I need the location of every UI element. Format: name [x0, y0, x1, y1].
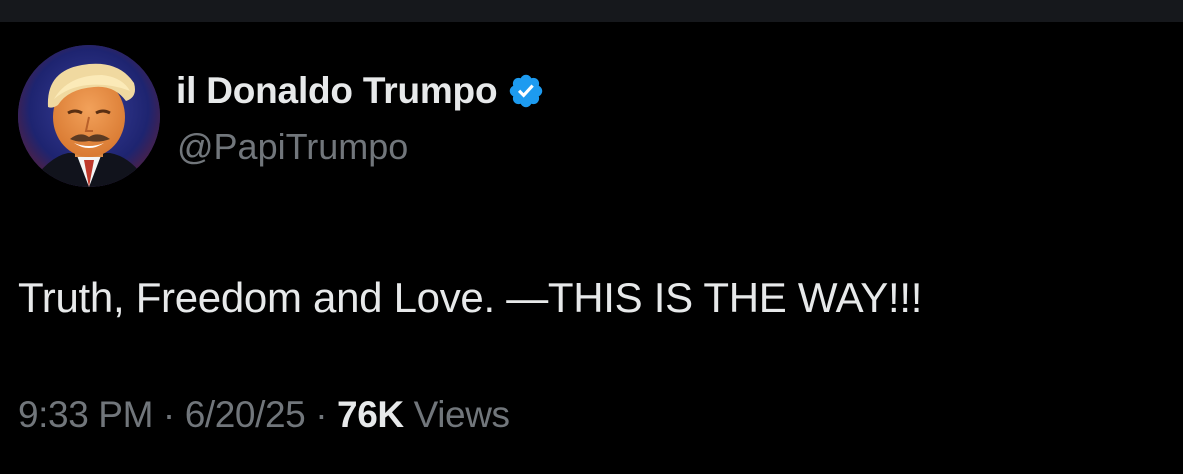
avatar-image: [18, 45, 160, 187]
meta-separator: ·: [305, 394, 338, 435]
meta-separator: ·: [153, 394, 185, 435]
author-handle[interactable]: @PapiTrumpo: [177, 126, 408, 168]
author-display-name[interactable]: il Donaldo Trumpo: [176, 70, 498, 112]
verified-badge-icon[interactable]: [507, 72, 545, 110]
author-name-row[interactable]: il Donaldo Trumpo: [176, 69, 545, 113]
tweet-card: il Donaldo Trumpo @PapiTrumpo Truth, Fre…: [0, 22, 1183, 474]
avatar[interactable]: [18, 45, 160, 187]
tweet-text: Truth, Freedom and Love. —THIS IS THE WA…: [18, 274, 923, 321]
top-bar: [0, 0, 1183, 22]
tweet-date[interactable]: 6/20/25: [185, 394, 306, 435]
tweet-time[interactable]: 9:33 PM: [18, 394, 153, 435]
views-label: Views: [413, 394, 510, 435]
tweet-meta: 9:33 PM · 6/20/25 · 76K Views: [18, 394, 510, 436]
views-count: 76K: [337, 394, 404, 435]
